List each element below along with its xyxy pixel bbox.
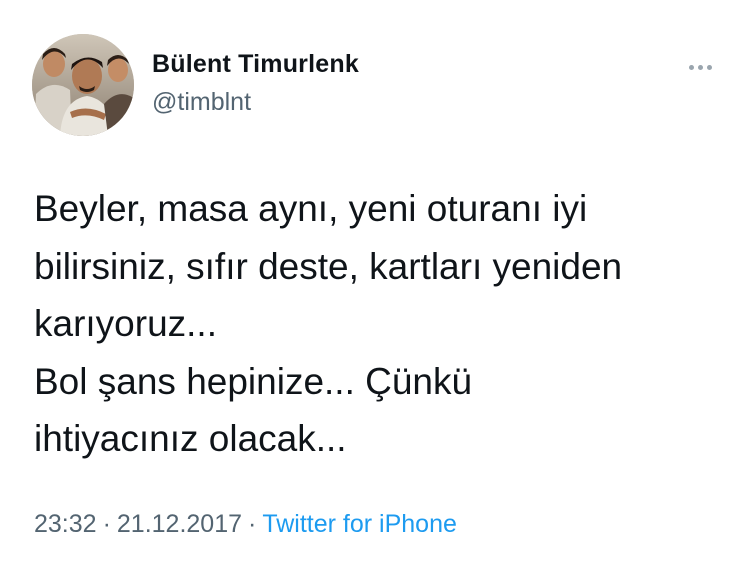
meta-separator: · bbox=[102, 510, 111, 538]
tweet-time[interactable]: 23:32 bbox=[34, 510, 97, 538]
more-horizontal-icon-dot bbox=[697, 64, 703, 70]
tweet-text-line: Beyler, masa aynı, yeni oturanı iyi bbox=[34, 188, 588, 229]
display-name[interactable]: Bülent Timurlenk bbox=[152, 50, 359, 79]
more-horizontal-icon-dot bbox=[706, 64, 712, 70]
tweet-text-line: bilirsiniz, sıfır deste, kartları yenide… bbox=[34, 245, 623, 287]
meta-separator: · bbox=[248, 510, 257, 538]
tweet-text-line: Bol şans hepinize... Çünkü bbox=[34, 360, 473, 402]
tweet-date[interactable]: 21.12.2017 bbox=[117, 510, 242, 538]
tweet-text: Beyler, masa aynı, yeni oturanı iyi bili… bbox=[34, 180, 724, 468]
user-handle[interactable]: @timblnt bbox=[152, 88, 251, 117]
more-options-button[interactable] bbox=[680, 55, 720, 79]
more-horizontal-icon bbox=[688, 64, 694, 70]
avatar[interactable] bbox=[32, 34, 134, 136]
tweet-card: Bülent Timurlenk @timblnt Beyler, masa a… bbox=[0, 0, 750, 567]
tweet-text-line: karıyoruz... bbox=[34, 303, 217, 344]
tweet-source-link[interactable]: Twitter for iPhone bbox=[262, 510, 457, 538]
tweet-text-line: ihtiyacınız olacak... bbox=[34, 418, 347, 459]
tweet-meta: 23:32 · 21.12.2017 · Twitter for iPhone bbox=[34, 510, 457, 539]
